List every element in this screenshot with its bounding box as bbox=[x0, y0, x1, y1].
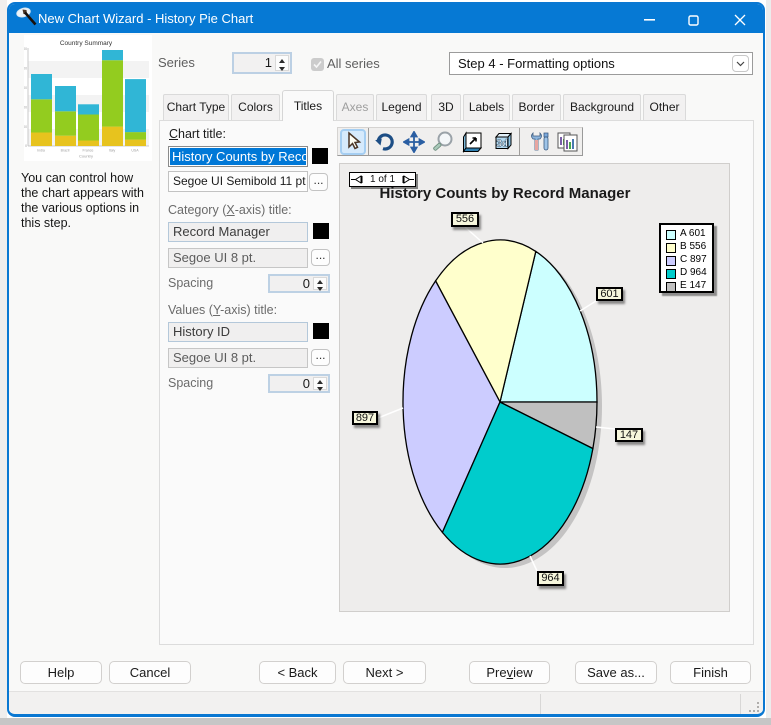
svg-text:3d: 3d bbox=[496, 139, 508, 150]
svg-text:Country Summary: Country Summary bbox=[60, 40, 113, 47]
svg-text:Country: Country bbox=[79, 154, 93, 159]
svg-text:15,000: 15,000 bbox=[24, 86, 27, 90]
svg-text:0: 0 bbox=[25, 144, 27, 148]
svg-text:20,000: 20,000 bbox=[24, 67, 27, 71]
svg-text:France: France bbox=[83, 149, 94, 153]
svg-text:5,000: 5,000 bbox=[24, 125, 27, 129]
svg-text:10,000: 10,000 bbox=[24, 106, 27, 110]
svg-text:USA: USA bbox=[131, 149, 139, 153]
svg-text:Italy: Italy bbox=[109, 149, 116, 153]
svg-text:25,000: 25,000 bbox=[24, 47, 27, 51]
svg-text:India: India bbox=[37, 149, 45, 153]
svg-text:Brazil: Brazil bbox=[61, 149, 70, 153]
